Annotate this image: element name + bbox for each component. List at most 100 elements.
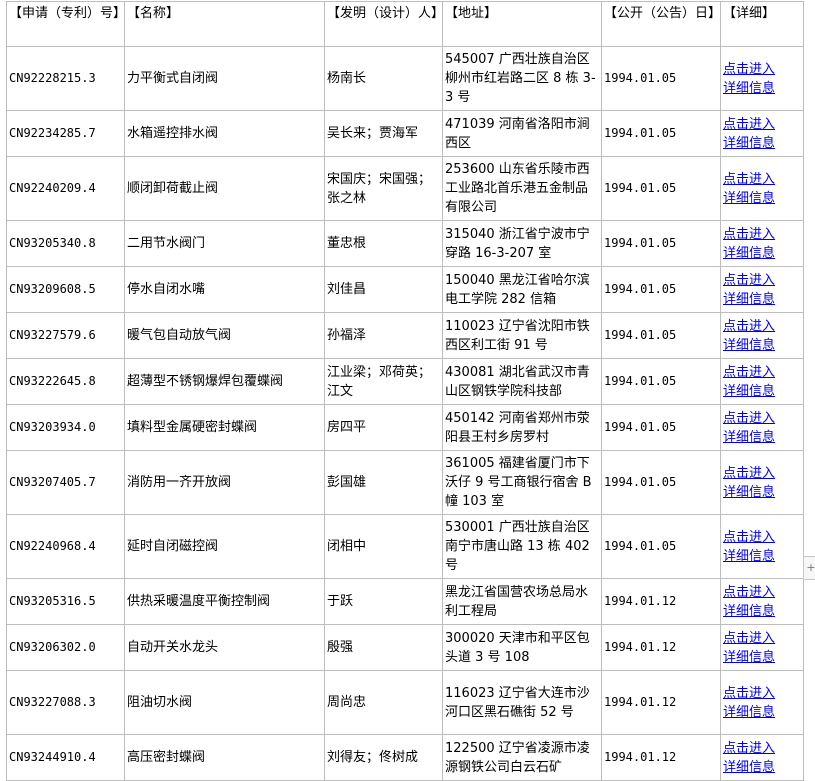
cell-application-number: CN93222645.8	[6, 358, 125, 405]
cell-detail: 点击进入 详细信息	[720, 670, 804, 735]
cell-inventor: 于跃	[324, 578, 443, 625]
cell-detail: 点击进入 详细信息	[720, 220, 804, 267]
cell-address: 450142 河南省郑州市荥阳县王村乡房罗村	[442, 404, 602, 451]
cell-publication-date: 1994.01.12	[601, 578, 721, 625]
cell-inventor: 江业梁；邓荷英；江文	[324, 358, 443, 405]
cell-address: 361005 福建省厦门市下沃仔 9 号工商银行宿舍 B 幢 103 室	[442, 450, 602, 515]
cell-inventor: 董忠根	[324, 220, 443, 267]
cell-detail: 点击进入 详细信息	[720, 404, 804, 451]
cell-publication-date: 1994.01.05	[601, 46, 721, 111]
table-row: CN93222645.8 超薄型不锈钢爆焊包覆蝶阀 江业梁；邓荷英；江文 430081…	[6, 358, 804, 405]
header-inventor: 【发明（设计）人】	[324, 1, 443, 47]
detail-link-enter[interactable]: 点击进入	[723, 363, 775, 382]
table-row: CN93203934.0 填料型金属硬密封蝶阀 房四平 450142 河南省郑州市荥阳…	[6, 404, 804, 451]
cell-inventor: 彭国雄	[324, 450, 443, 515]
header-publication-date: 【公开（公告）日】	[601, 1, 721, 47]
cell-inventor: 宋国庆；宋国强；张之林	[324, 156, 443, 221]
table-row: CN92228215.3 力平衡式自闭阀 杨南长 545007 广西壮族自治区柳州市红…	[6, 46, 804, 111]
cell-inventor: 杨南长	[324, 46, 443, 111]
cell-detail: 点击进入 详细信息	[720, 450, 804, 515]
detail-link-enter[interactable]: 点击进入	[723, 528, 775, 547]
cell-inventor: 闭相中	[324, 514, 443, 579]
cell-name: 填料型金属硬密封蝶阀	[124, 404, 325, 451]
header-address: 【地址】	[442, 1, 602, 47]
cell-publication-date: 1994.01.05	[601, 450, 721, 515]
cell-application-number: CN92234285.7	[6, 110, 125, 157]
table-row: CN93244910.4 高压密封蝶阀 刘得友；佟树成 122500 辽宁省凌源市凌源…	[6, 734, 804, 781]
detail-link-enter[interactable]: 点击进入	[723, 170, 775, 189]
cell-publication-date: 1994.01.05	[601, 266, 721, 313]
detail-link-enter[interactable]: 点击进入	[723, 115, 775, 134]
detail-link-enter[interactable]: 点击进入	[723, 317, 775, 336]
detail-link-info[interactable]: 详细信息	[723, 290, 775, 309]
cell-application-number: CN92240968.4	[6, 514, 125, 579]
detail-link-enter[interactable]: 点击进入	[723, 271, 775, 290]
cell-publication-date: 1994.01.05	[601, 220, 721, 267]
table-row: CN92234285.7 水箱遥控排水阀 吴长来；贾海军 471039 河南省洛阳市涧…	[6, 110, 804, 157]
detail-link-info[interactable]: 详细信息	[723, 189, 775, 208]
cell-name: 超薄型不锈钢爆焊包覆蝶阀	[124, 358, 325, 405]
cell-detail: 点击进入 详细信息	[720, 358, 804, 405]
cell-name: 供热采暖温度平衡控制阀	[124, 578, 325, 625]
cell-publication-date: 1994.01.12	[601, 670, 721, 735]
detail-link-info[interactable]: 详细信息	[723, 483, 775, 502]
cell-publication-date: 1994.01.12	[601, 624, 721, 671]
cell-detail: 点击进入 详细信息	[720, 734, 804, 781]
cell-application-number: CN93209608.5	[6, 266, 125, 313]
cell-name: 消防用一齐开放阀	[124, 450, 325, 515]
expand-icon[interactable]: +	[803, 556, 815, 580]
cell-inventor: 殷强	[324, 624, 443, 671]
detail-link-info[interactable]: 详细信息	[723, 336, 775, 355]
detail-link-info[interactable]: 详细信息	[723, 703, 775, 722]
detail-link-info[interactable]: 详细信息	[723, 79, 775, 98]
detail-link-info[interactable]: 详细信息	[723, 648, 775, 667]
detail-link-info[interactable]: 详细信息	[723, 758, 775, 777]
cell-address: 黑龙江省国营农场总局水利工程局	[442, 578, 602, 625]
detail-link-enter[interactable]: 点击进入	[723, 684, 775, 703]
cell-inventor: 刘得友；佟树成	[324, 734, 443, 781]
detail-link-info[interactable]: 详细信息	[723, 547, 775, 566]
cell-detail: 点击进入 详细信息	[720, 514, 804, 579]
detail-link-enter[interactable]: 点击进入	[723, 60, 775, 79]
cell-application-number: CN93205316.5	[6, 578, 125, 625]
detail-link-enter[interactable]: 点击进入	[723, 583, 775, 602]
cell-application-number: CN93227579.6	[6, 312, 125, 359]
cell-detail: 点击进入 详细信息	[720, 156, 804, 221]
table-row: CN93206302.0 自动开关水龙头 殷强 300020 天津市和平区包头道 3 …	[6, 624, 804, 671]
detail-link-enter[interactable]: 点击进入	[723, 739, 775, 758]
cell-application-number: CN93227088.3	[6, 670, 125, 735]
detail-link-enter[interactable]: 点击进入	[723, 409, 775, 428]
cell-publication-date: 1994.01.12	[601, 734, 721, 781]
cell-address: 150040 黑龙江省哈尔滨电工学院 282 信箱	[442, 266, 602, 313]
patent-table: 【申请（专利）号】 【名称】 【发明（设计）人】 【地址】 【公开（公告）日】 …	[6, 1, 804, 781]
cell-address: 122500 辽宁省凌源市凌源钢铁公司白云石矿	[442, 734, 602, 781]
table-row: CN92240209.4 顺闭卸荷截止阀 宋国庆；宋国强；张之林 253600 山东省…	[6, 156, 804, 221]
cell-publication-date: 1994.01.05	[601, 110, 721, 157]
cell-application-number: CN93244910.4	[6, 734, 125, 781]
cell-name: 顺闭卸荷截止阀	[124, 156, 325, 221]
detail-link-enter[interactable]: 点击进入	[723, 629, 775, 648]
cell-name: 阻油切水阀	[124, 670, 325, 735]
detail-link-info[interactable]: 详细信息	[723, 602, 775, 621]
cell-name: 高压密封蝶阀	[124, 734, 325, 781]
cell-application-number: CN93203934.0	[6, 404, 125, 451]
cell-name: 暖气包自动放气阀	[124, 312, 325, 359]
header-application-number: 【申请（专利）号】	[6, 1, 125, 47]
table-row: CN93205340.8 二用节水阀门 董忠根 315040 浙江省宁波市宁穿路 16…	[6, 220, 804, 267]
detail-link-enter[interactable]: 点击进入	[723, 225, 775, 244]
detail-link-enter[interactable]: 点击进入	[723, 464, 775, 483]
cell-name: 力平衡式自闭阀	[124, 46, 325, 111]
cell-publication-date: 1994.01.05	[601, 514, 721, 579]
detail-link-info[interactable]: 详细信息	[723, 428, 775, 447]
cell-detail: 点击进入 详细信息	[720, 312, 804, 359]
cell-address: 253600 山东省乐陵市西工业路北首乐港五金制品有限公司	[442, 156, 602, 221]
detail-link-info[interactable]: 详细信息	[723, 244, 775, 263]
cell-address: 530001 广西壮族自治区南宁市唐山路 13 栋 402 号	[442, 514, 602, 579]
table-row: CN92240968.4 延时自闭磁控阀 闭相中 530001 广西壮族自治区南宁市唐…	[6, 514, 804, 579]
detail-link-info[interactable]: 详细信息	[723, 382, 775, 401]
cell-inventor: 孙福泽	[324, 312, 443, 359]
detail-link-info[interactable]: 详细信息	[723, 134, 775, 153]
cell-name: 自动开关水龙头	[124, 624, 325, 671]
cell-address: 430081 湖北省武汉市青山区钢铁学院科技部	[442, 358, 602, 405]
table-row: CN93205316.5 供热采暖温度平衡控制阀 于跃 黑龙江省国营农场总局水利工程局…	[6, 578, 804, 625]
